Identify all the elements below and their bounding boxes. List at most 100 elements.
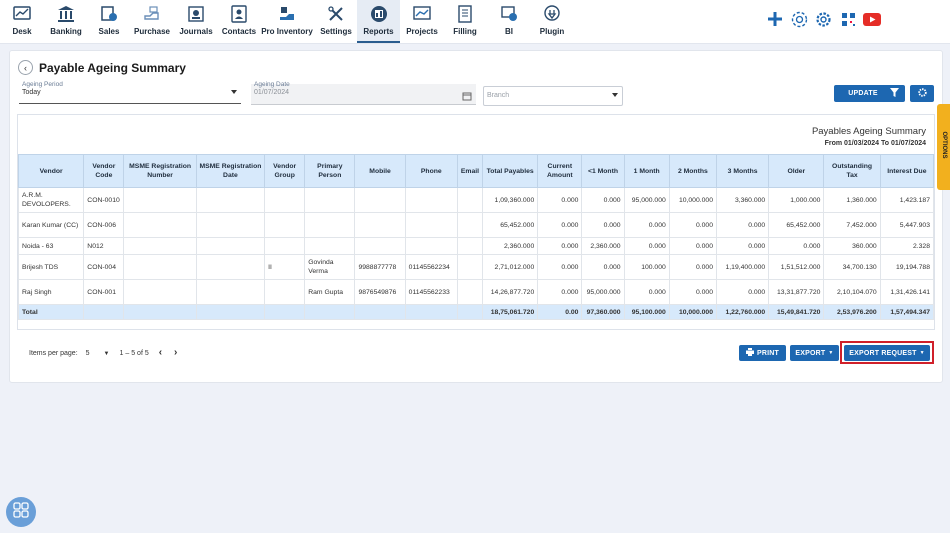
total-cell: 0.00 (537, 304, 583, 320)
table-cell: Ram Gupta (304, 279, 356, 305)
nav-label: Sales (98, 27, 120, 36)
column-header[interactable]: Vendor Code (83, 154, 125, 188)
table-cell: 0.000 (623, 237, 670, 255)
table-cell: CON-004 (83, 254, 125, 280)
table-cell: 95,000.000 (581, 279, 625, 305)
calendar-icon[interactable] (462, 88, 472, 106)
table-cell (404, 212, 458, 238)
table-cell: 2.328 (879, 237, 935, 255)
table-cell: 9876549876 (354, 279, 406, 305)
nav-filling[interactable]: Filling (447, 0, 483, 43)
nav-projects[interactable]: Projects (404, 0, 440, 43)
table-cell (304, 187, 356, 213)
column-header[interactable]: Vendor (17, 154, 85, 188)
table-row[interactable]: Raj Singh CON-001 Ram Gupta 9876549876 01145… (17, 279, 935, 305)
plugin-icon (542, 4, 562, 24)
column-header[interactable]: Total Payables (481, 154, 539, 188)
column-header[interactable]: 3 Months (715, 154, 770, 188)
export-request-button[interactable]: EXPORT REQUEST ▼ (844, 345, 930, 361)
table-cell (354, 187, 406, 213)
plus-icon[interactable] (766, 10, 784, 28)
column-header[interactable]: 1 Month (623, 154, 670, 188)
column-header[interactable]: Vendor Group (264, 154, 306, 188)
column-header[interactable]: Email (456, 154, 484, 188)
export-label: EXPORT (795, 349, 826, 357)
column-header[interactable]: Older (768, 154, 825, 188)
table-cell: 0.000 (581, 212, 625, 238)
table-cell: 95,000.000 (623, 187, 670, 213)
nav-banking[interactable]: Banking (46, 0, 86, 43)
nav-pro-inventory[interactable]: Pro Inventory (261, 0, 313, 43)
items-per-page-label: Items per page: (29, 350, 78, 357)
table-cell (456, 254, 484, 280)
table-row[interactable]: Noida - 63 N012 2,360.000 0.000 2,360.000 0.0… (17, 237, 935, 255)
ageing-date-field[interactable]: Ageing Date 01/07/2024 (251, 81, 476, 106)
table-row[interactable]: Karan Kumar (CC) CON-006 65,452.000 0.000 0.… (17, 212, 935, 238)
column-header[interactable]: MSME Registration Number (123, 154, 197, 188)
nav-settings[interactable]: Settings (317, 0, 355, 43)
export-request-label: EXPORT REQUEST (849, 349, 917, 357)
nav-journals[interactable]: Journals (177, 0, 215, 43)
column-header[interactable]: Current Amount (537, 154, 583, 188)
nav-purchase[interactable]: Purchase (132, 0, 172, 43)
gear-icon[interactable] (814, 10, 832, 28)
youtube-icon[interactable] (862, 10, 882, 28)
sales-icon (99, 4, 119, 24)
next-page-button[interactable]: › (174, 347, 177, 358)
column-header[interactable]: <1 Month (581, 154, 625, 188)
nav-contacts[interactable]: Contacts (220, 0, 258, 43)
table-cell: 0.000 (668, 279, 717, 305)
reports-icon (369, 4, 389, 24)
nav-reports[interactable]: Reports (357, 0, 400, 43)
table-cell: CON-001 (83, 279, 125, 305)
total-cell (264, 304, 306, 320)
filter-button[interactable] (883, 85, 905, 102)
column-header[interactable]: MSME Registration Date (195, 154, 266, 188)
table-cell (195, 254, 266, 280)
ageing-period-select[interactable]: Ageing Period Today (19, 81, 241, 104)
report-title: Payables Ageing Summary (811, 126, 926, 137)
report-container: Payables Ageing Summary From 01/03/2024 … (17, 114, 935, 330)
caret-down-icon: ▼ (828, 350, 834, 356)
nav-label: Projects (406, 27, 438, 36)
table-cell: 1,09,360.000 (481, 187, 539, 213)
table-cell: 0.000 (623, 212, 670, 238)
export-button[interactable]: EXPORT ▼ (790, 345, 839, 361)
table-cell: 65,452.000 (481, 212, 539, 238)
total-cell (123, 304, 197, 320)
apps-fab[interactable] (6, 497, 36, 527)
qr-icon[interactable] (839, 10, 857, 28)
table-row[interactable]: Brijesh TDS CON-004 II Govinda Verma 9988877… (17, 254, 935, 280)
nav-bi[interactable]: BI (494, 0, 524, 43)
settings-button[interactable] (910, 85, 934, 102)
branch-select[interactable]: Branch (483, 86, 623, 106)
table-cell: 0.000 (715, 237, 770, 255)
total-cell (456, 304, 484, 320)
total-cell (195, 304, 266, 320)
total-cell: 18,75,061.720 (481, 304, 539, 320)
page-range: 1 – 5 of 5 (119, 350, 149, 357)
print-label: PRINT (757, 349, 779, 357)
total-cell: 1,57,494.347 (879, 304, 935, 320)
column-header[interactable]: 2 Months (668, 154, 717, 188)
column-header[interactable]: Phone (404, 154, 458, 188)
nav-sales[interactable]: Sales (92, 0, 126, 43)
print-button[interactable]: PRINT (739, 345, 786, 361)
total-cell (83, 304, 125, 320)
table-cell: 2,360.000 (481, 237, 539, 255)
nav-desk[interactable]: Desk (4, 0, 40, 43)
prev-page-button[interactable]: ‹ (159, 347, 162, 358)
table-row[interactable]: A.R.M. DEVOLOPERS. CON-0010 1,09,360.000 0.… (17, 187, 935, 213)
table-cell: 1,423.187 (879, 187, 935, 213)
sync-icon[interactable] (790, 10, 808, 28)
column-header[interactable]: Mobile (354, 154, 406, 188)
table-cell: 01145562233 (404, 279, 458, 305)
column-header[interactable]: Primary Person (304, 154, 356, 188)
back-button[interactable]: ‹ (18, 60, 33, 75)
column-header[interactable]: Outstanding Tax (823, 154, 881, 188)
options-tab[interactable]: OPTIONS (937, 104, 950, 190)
items-per-page-select[interactable]: 5 ▼ (86, 350, 112, 357)
filling-icon (455, 4, 475, 24)
column-header[interactable]: Interest Due (879, 154, 935, 188)
nav-plugin[interactable]: Plugin (535, 0, 569, 43)
